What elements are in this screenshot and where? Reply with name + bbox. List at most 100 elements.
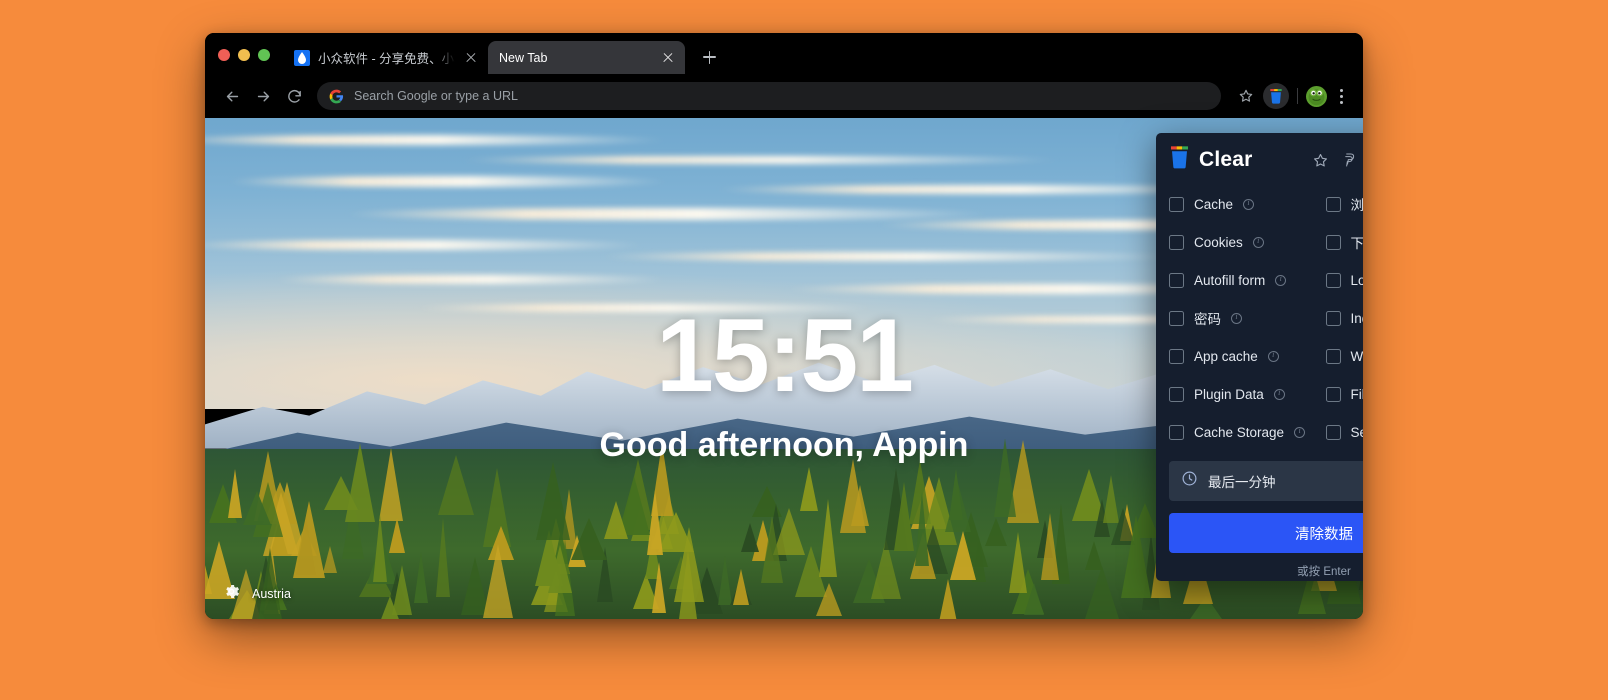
tree-shape	[761, 515, 784, 583]
checkbox-icon[interactable]	[1169, 234, 1184, 250]
option-row[interactable]: File Systems	[1325, 375, 1364, 413]
option-label: Web SQL Data	[1350, 348, 1364, 364]
star-icon[interactable]	[1232, 82, 1260, 110]
checkbox-icon[interactable]	[1325, 272, 1341, 288]
address-bar[interactable]: Search Google or type a URL	[317, 82, 1221, 110]
star-icon[interactable]	[1307, 147, 1334, 174]
option-label: File Systems	[1350, 386, 1364, 402]
water-drop-icon	[294, 49, 310, 66]
option-label: 密码	[1194, 312, 1221, 327]
info-icon[interactable]	[1275, 273, 1287, 286]
clear-extension-icon[interactable]	[1263, 83, 1289, 109]
browser-window: 小众软件 - 分享免费、小巧、实 New Tab	[205, 33, 1363, 619]
checkbox-icon[interactable]	[1169, 424, 1184, 440]
location-name: Austria	[252, 587, 291, 601]
tree-shape	[435, 518, 450, 598]
option-row[interactable]: App cache	[1169, 337, 1323, 375]
reload-icon[interactable]	[280, 82, 308, 110]
minimize-window-button[interactable]	[238, 49, 250, 61]
option-row[interactable]: Cache Storage	[1169, 413, 1323, 451]
info-icon[interactable]	[1243, 197, 1255, 210]
info-icon[interactable]	[1294, 425, 1306, 438]
browser-tab-1[interactable]: 小众软件 - 分享免费、小巧、实	[283, 41, 488, 74]
three-dots-icon[interactable]	[1330, 83, 1352, 109]
clear-data-button[interactable]: 清除数据	[1169, 513, 1363, 553]
keyboard-hint: 或按 Enter	[1297, 566, 1351, 578]
tree-shape	[915, 492, 930, 567]
paypal-icon[interactable]	[1336, 147, 1363, 174]
tree-shape	[938, 578, 959, 619]
toolbar-divider	[1297, 88, 1298, 104]
checkbox-icon[interactable]	[1169, 196, 1184, 212]
tree-shape	[483, 543, 514, 618]
info-icon[interactable]	[1267, 349, 1279, 362]
checkbox-icon[interactable]	[1169, 348, 1184, 364]
checkbox-icon[interactable]	[1325, 348, 1341, 364]
checkbox-icon[interactable]	[1325, 386, 1341, 402]
option-row[interactable]: Local Storage	[1325, 261, 1364, 299]
option-row[interactable]: IndexedDB	[1325, 299, 1364, 337]
tree-shape	[647, 489, 664, 555]
tree-shape	[1083, 566, 1120, 619]
tab-title: New Tab	[499, 50, 548, 65]
close-tab-button[interactable]	[463, 50, 479, 66]
option-row[interactable]: 密码	[1169, 299, 1323, 337]
time-range-select[interactable]: 最后一分钟	[1169, 461, 1363, 501]
option-row[interactable]: 下载记录	[1325, 223, 1363, 261]
checkbox-icon[interactable]	[1169, 272, 1184, 288]
checkbox-icon[interactable]	[1325, 234, 1341, 250]
checkbox-icon[interactable]	[1325, 196, 1341, 212]
tree-shape	[228, 468, 243, 518]
info-icon[interactable]	[1231, 311, 1242, 324]
address-bar-placeholder: Search Google or type a URL	[354, 89, 518, 103]
tree-shape	[819, 499, 838, 578]
maximize-window-button[interactable]	[258, 49, 270, 61]
option-row[interactable]: Web SQL Data	[1325, 337, 1364, 375]
clear-extension-popup: Clear Cache i 浏 Cookies i 下 Autofill for…	[1156, 133, 1363, 581]
new-tab-button[interactable]	[695, 43, 723, 71]
option-row[interactable]: Cookies	[1169, 223, 1323, 261]
tab-strip: 小众软件 - 分享免费、小巧、实 New Tab	[205, 33, 1363, 74]
option-row[interactable]: Service Workers	[1325, 413, 1363, 451]
tree-shape	[1024, 583, 1045, 616]
forward-icon[interactable]	[249, 82, 277, 110]
tree-shape	[949, 469, 964, 521]
checkbox-icon[interactable]	[1325, 424, 1341, 440]
popup-header: Clear	[1169, 144, 1363, 176]
popup-header-icons	[1307, 147, 1363, 174]
tree-shape	[674, 527, 705, 603]
option-row[interactable]: 浏览记录	[1325, 185, 1363, 223]
checkbox-icon[interactable]	[1169, 386, 1184, 402]
info-icon[interactable]	[1252, 235, 1264, 248]
option-label: IndexedDB	[1350, 310, 1364, 326]
option-row[interactable]: Plugin Data	[1169, 375, 1323, 413]
option-row[interactable]: Cache	[1169, 185, 1323, 223]
browser-tab-2[interactable]: New Tab	[488, 41, 685, 74]
tree-shape	[815, 582, 842, 616]
option-label: Local Storage	[1350, 272, 1364, 288]
checkbox-icon[interactable]	[1325, 310, 1341, 326]
tree-shape	[1084, 541, 1103, 571]
checkbox-icon[interactable]	[1169, 310, 1184, 326]
gear-icon[interactable]	[223, 583, 240, 605]
tree-shape	[733, 569, 750, 606]
option-label: Cache Storage	[1194, 424, 1285, 440]
option-label: Cache	[1194, 196, 1234, 212]
tree-shape	[536, 462, 571, 541]
close-window-button[interactable]	[218, 49, 230, 61]
option-label: Cookies	[1194, 234, 1243, 250]
location-label[interactable]: Austria	[223, 583, 291, 605]
tree-shape	[740, 522, 759, 552]
tree-shape	[379, 595, 400, 619]
tree-shape	[799, 467, 818, 512]
clock-icon	[1181, 470, 1198, 492]
tree-shape	[571, 518, 608, 561]
close-tab-button[interactable]	[660, 50, 676, 66]
tree-shape	[603, 500, 628, 539]
info-icon[interactable]	[1273, 387, 1285, 400]
option-row[interactable]: Autofill form	[1169, 261, 1323, 299]
back-icon[interactable]	[218, 82, 246, 110]
window-controls	[205, 49, 270, 74]
frog-avatar[interactable]	[1306, 85, 1327, 107]
tree-shape	[949, 531, 976, 581]
